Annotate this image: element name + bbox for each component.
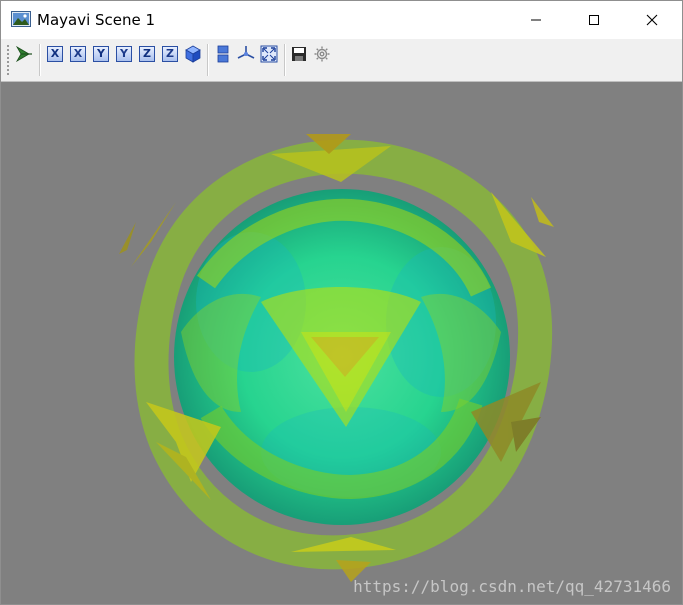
parallel-projection-button[interactable]: [213, 44, 233, 64]
view-axis-icon: X: [47, 46, 63, 62]
toolbar-separator: [39, 44, 41, 76]
maximize-button[interactable]: [571, 1, 617, 39]
view-x-pos-button[interactable]: X: [68, 44, 88, 64]
view-z-neg-button[interactable]: Z: [137, 44, 157, 64]
close-icon: [646, 14, 658, 26]
axes-icon: [237, 46, 255, 59]
view-y-pos-button[interactable]: Y: [114, 44, 134, 64]
maximize-icon: [589, 15, 599, 25]
window-title: Mayavi Scene 1: [37, 11, 156, 29]
pipeline-button[interactable]: [14, 44, 34, 64]
view-axis-icon: Y: [116, 46, 132, 62]
projection-icon: [217, 45, 229, 63]
scene-canvas[interactable]: https://blog.csdn.net/qq_42731466: [1, 82, 682, 604]
minimize-button[interactable]: [513, 1, 559, 39]
mayavi-window: Mayavi Scene 1 X X Y Y Z Z https://blog.…: [0, 0, 683, 605]
minimize-icon: [531, 19, 541, 21]
app-icon: [11, 11, 31, 27]
watermark: https://blog.csdn.net/qq_42731466: [353, 577, 671, 596]
view-axis-icon: X: [70, 46, 86, 62]
toolbar-separator: [207, 44, 209, 76]
fullscreen-icon: [260, 45, 278, 63]
view-y-neg-button[interactable]: Y: [91, 44, 111, 64]
view-axis-icon: Z: [162, 46, 178, 62]
mayavi-pipeline-icon: [15, 45, 32, 63]
view-x-neg-button[interactable]: X: [45, 44, 65, 64]
title-bar[interactable]: Mayavi Scene 1: [1, 1, 682, 39]
view-axis-icon: Y: [93, 46, 109, 62]
close-button[interactable]: [629, 1, 675, 39]
isometric-view-button[interactable]: [183, 44, 203, 64]
full-screen-button[interactable]: [259, 44, 279, 64]
toolbar-separator: [284, 44, 286, 76]
gear-icon: [314, 46, 330, 62]
save-button[interactable]: [289, 44, 309, 64]
render-viewport[interactable]: https://blog.csdn.net/qq_42731466: [1, 82, 682, 604]
configure-button[interactable]: [312, 44, 332, 64]
toolbar: X X Y Y Z Z: [1, 39, 682, 82]
view-z-pos-button[interactable]: Z: [160, 44, 180, 64]
view-axis-icon: Z: [139, 46, 155, 62]
toolbar-grip[interactable]: [7, 45, 9, 75]
save-icon: [292, 47, 306, 61]
isometric-cube-icon: [185, 45, 201, 63]
render-surface: [134, 139, 553, 570]
axes-indicator-button[interactable]: [236, 44, 256, 64]
